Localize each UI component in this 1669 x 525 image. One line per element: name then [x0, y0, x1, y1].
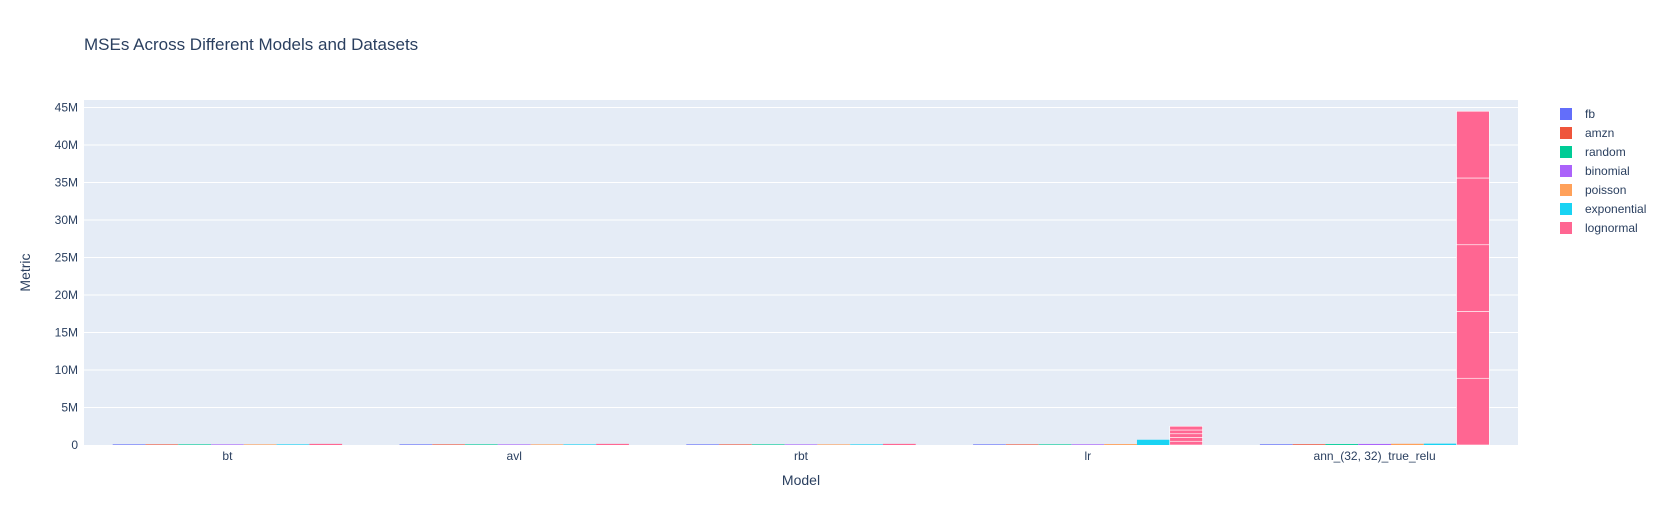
bar-fb-2 — [686, 444, 720, 445]
legend-swatch-exponential — [1560, 203, 1572, 215]
bar-amzn-2 — [719, 444, 752, 445]
plot-background — [84, 100, 1518, 445]
bar-lognormal-0 — [309, 443, 343, 445]
chart-figure: 0 5M 10M 15M 20M 25M 30M 35M 40M 45M bt avl rbt lr an… — [17, 35, 1646, 488]
bar-random-2 — [751, 444, 785, 445]
bar-fb-4 — [1259, 444, 1293, 445]
bar-random-4 — [1325, 444, 1359, 445]
y-tick-label: 40M — [55, 138, 78, 152]
x-tick-label: bt — [222, 449, 233, 463]
bar-lognormal-4 — [1456, 311, 1490, 379]
bar-lognormal-4 — [1456, 110, 1490, 179]
bar-lognormal-3 — [1169, 437, 1203, 442]
y-tick-label: 20M — [55, 288, 78, 302]
bar-amzn-4 — [1292, 444, 1326, 445]
x-tick-label: avl — [507, 449, 522, 463]
y-tick-label: 5M — [61, 401, 78, 415]
bar-lognormal-4 — [1456, 177, 1490, 246]
bar-lognormal-3 — [1169, 440, 1203, 446]
legend-swatch-poisson — [1560, 184, 1572, 196]
legend-swatch-fb — [1560, 108, 1572, 120]
bar-lognormal-4 — [1456, 377, 1490, 446]
bar-lognormal-2 — [882, 443, 916, 445]
y-tick-label: 25M — [55, 251, 78, 265]
x-axis-ticks: bt avl rbt lr ann_(32, 32)_true_relu — [222, 449, 1435, 463]
legend-label-poisson: poisson — [1585, 183, 1626, 197]
y-tick-label: 15M — [55, 326, 78, 340]
y-axis-ticks: 0 5M 10M 15M 20M 25M 30M 35M 40M 45M — [55, 101, 79, 453]
legend-label-lognormal: lognormal — [1585, 221, 1638, 235]
bar-poisson-0 — [243, 444, 277, 445]
x-tick-label: rbt — [794, 449, 809, 463]
bar-amzn-0 — [145, 444, 179, 445]
bar-exponential-4 — [1423, 443, 1457, 445]
bar-poisson-4 — [1390, 443, 1424, 445]
x-tick-label: lr — [1084, 449, 1091, 463]
x-axis-title: Model — [782, 472, 820, 488]
bar-amzn-3 — [1005, 444, 1039, 445]
bar-lognormal-3 — [1169, 425, 1203, 431]
bar-amzn-1 — [432, 444, 466, 445]
bar-poisson-3 — [1104, 444, 1137, 445]
bar-fb-1 — [399, 444, 433, 445]
legend-swatch-random — [1560, 146, 1572, 158]
bar-poisson-2 — [817, 444, 851, 445]
y-tick-label: 45M — [55, 101, 78, 115]
bar-binomial-3 — [1071, 444, 1105, 445]
legend-swatch-amzn — [1560, 127, 1572, 139]
y-tick-label: 0 — [71, 438, 78, 452]
bar-exponential-2 — [850, 444, 883, 445]
bar-lognormal-3 — [1169, 429, 1203, 435]
bar-binomial-0 — [211, 444, 244, 445]
bar-lognormal-1 — [596, 443, 629, 445]
chart-title: MSEs Across Different Models and Dataset… — [84, 35, 418, 54]
bar-fb-3 — [973, 444, 1006, 445]
legend-label-random: random — [1585, 145, 1626, 159]
legend-label-amzn: amzn — [1585, 126, 1614, 140]
bar-exponential-1 — [563, 444, 597, 445]
bar-fb-0 — [112, 444, 146, 445]
x-tick-label: ann_(32, 32)_true_relu — [1314, 449, 1436, 463]
bar-lognormal-4 — [1456, 244, 1490, 312]
bar-random-0 — [178, 444, 212, 445]
bar-binomial-1 — [497, 444, 531, 445]
legend-swatch-binomial — [1560, 165, 1572, 177]
legend: fb amzn random binomial poisson exponential lo… — [1560, 107, 1646, 235]
legend-label-exponential: exponential — [1585, 202, 1646, 216]
legend-swatch-lognormal — [1560, 222, 1572, 234]
bar-poisson-1 — [530, 444, 564, 445]
bar-binomial-4 — [1358, 443, 1391, 445]
bar-binomial-2 — [784, 444, 818, 445]
bar-exponential-3 — [1136, 439, 1170, 445]
bar-exponential-0 — [276, 444, 310, 445]
bar-random-1 — [465, 444, 498, 445]
y-axis-title: Metric — [17, 253, 33, 291]
y-tick-label: 35M — [55, 176, 78, 190]
y-tick-label: 30M — [55, 213, 78, 227]
y-tick-label: 10M — [55, 363, 78, 377]
legend-label-binomial: binomial — [1585, 164, 1630, 178]
legend-label-fb: fb — [1585, 107, 1595, 121]
bar-lognormal-3 — [1169, 433, 1203, 438]
bar-random-3 — [1038, 444, 1072, 445]
